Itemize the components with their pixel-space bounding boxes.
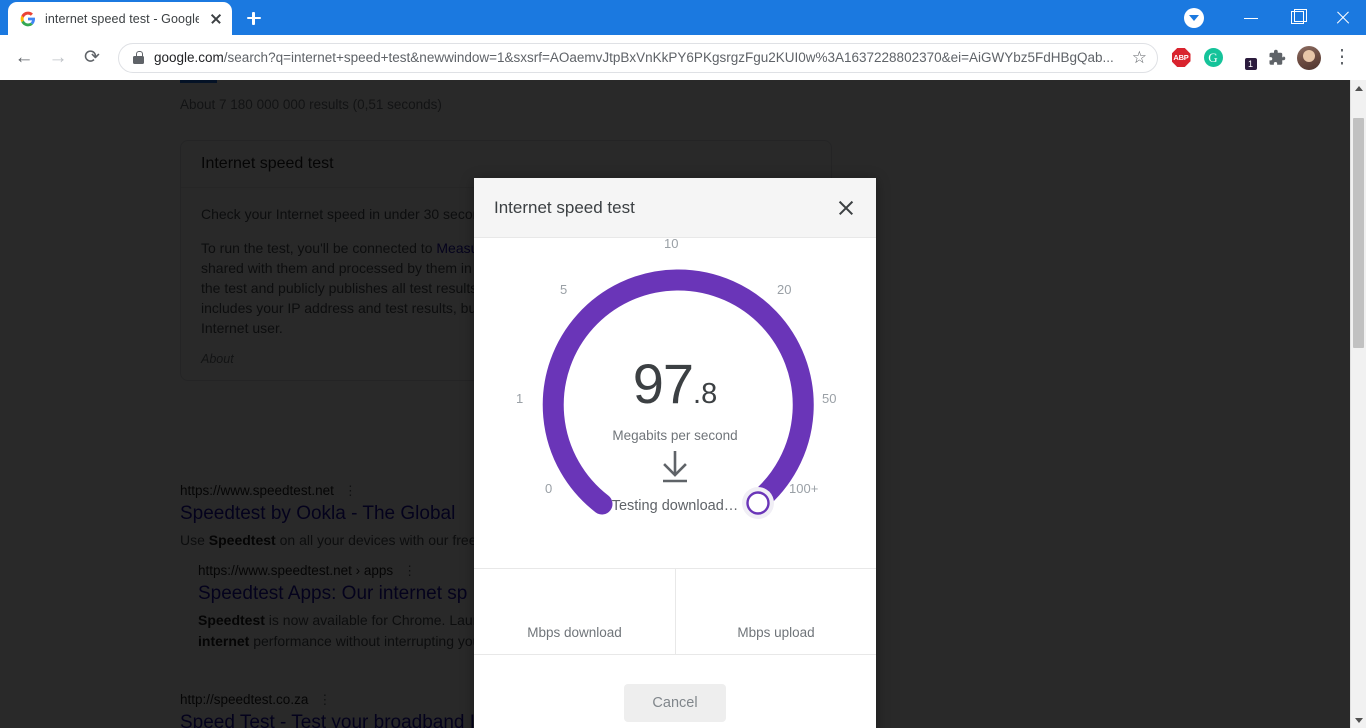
window-close-button[interactable] [1320,0,1366,35]
google-g-icon [20,11,36,27]
download-label: Mbps download [527,625,622,640]
extension-badge-count: 1 [1244,58,1257,70]
adblock-plus-icon[interactable]: ABP [1166,43,1196,73]
window-controls [1184,0,1366,35]
forward-arrow-icon[interactable]: → [42,42,74,74]
lock-icon [133,51,144,64]
gauge-tick-10: 10 [664,236,679,251]
tab-title: internet speed test - Google Sear [45,11,199,26]
grammarly-letter: G [1203,48,1223,67]
profile-avatar[interactable] [1294,43,1324,73]
back-arrow-icon[interactable]: ← [8,42,40,74]
grammarly-icon[interactable]: G [1198,43,1228,73]
close-icon[interactable] [832,194,860,222]
scrollbar-thumb[interactable] [1353,118,1364,348]
gauge-tick-5: 5 [560,282,568,297]
new-tab-button[interactable] [240,4,268,32]
maximize-button[interactable] [1274,0,1320,35]
abp-badge-label: ABP [1171,48,1191,67]
puzzle-extensions-icon[interactable] [1262,43,1292,73]
gauge-value-decimal: .8 [693,378,718,410]
scroll-up-arrow-icon[interactable] [1351,80,1366,96]
gauge-status-text: Testing download… [611,498,739,514]
url-host: google.com [154,50,224,65]
reload-icon[interactable]: ⟳ [76,42,108,74]
browser-toolbar: ← → ⟳ google.com/search?q=internet+speed… [0,35,1366,80]
gauge-unit-label: Megabits per second [612,428,738,443]
upload-result-cell: Mbps upload [675,569,876,654]
dialog-footer: Cancel [474,655,876,728]
tab-strip: internet speed test - Google Sear [0,0,1366,35]
cancel-button[interactable]: Cancel [624,684,726,722]
gauge-value: 97.8 [474,356,876,412]
url-path: /search?q=internet+speed+test&newwindow=… [223,50,1114,65]
url-text: google.com/search?q=internet+speed+test&… [154,50,1122,65]
dialog-header: Internet speed test [474,178,876,238]
ghostery-icon[interactable]: 1 [1230,43,1260,73]
address-bar[interactable]: google.com/search?q=internet+speed+test&… [118,42,1158,73]
scroll-down-arrow-icon[interactable] [1351,712,1366,728]
speed-gauge: 0 1 5 10 20 50 100+ 97.8 Megabits per se… [474,236,876,568]
gauge-value-integer: 97 [632,352,694,415]
gauge-tick-20: 20 [777,282,792,297]
caret-down-icon[interactable] [1184,7,1204,28]
tab-close-icon[interactable] [208,11,224,27]
download-arrow-icon [474,450,876,486]
minimize-button[interactable] [1228,0,1274,35]
download-result-cell: Mbps download [474,569,675,654]
speed-test-dialog: Internet speed test 0 1 5 10 20 50 100+ … [474,178,876,728]
ghost-glyph: 1 [1236,48,1257,70]
speed-results-row: Mbps download Mbps upload [474,568,876,655]
browser-tab[interactable]: internet speed test - Google Sear [8,2,232,35]
page-viewport: About 7 180 000 000 results (0,51 second… [0,80,1366,728]
star-bookmark-icon[interactable]: ☆ [1132,49,1147,66]
browser-window: internet speed test - Google Sear ← → ⟳ … [0,0,1366,728]
dialog-title: Internet speed test [494,197,635,217]
three-dot-menu-icon[interactable]: ⋮ [1326,42,1358,74]
page-scrollbar[interactable] [1350,80,1366,728]
upload-label: Mbps upload [737,625,815,640]
